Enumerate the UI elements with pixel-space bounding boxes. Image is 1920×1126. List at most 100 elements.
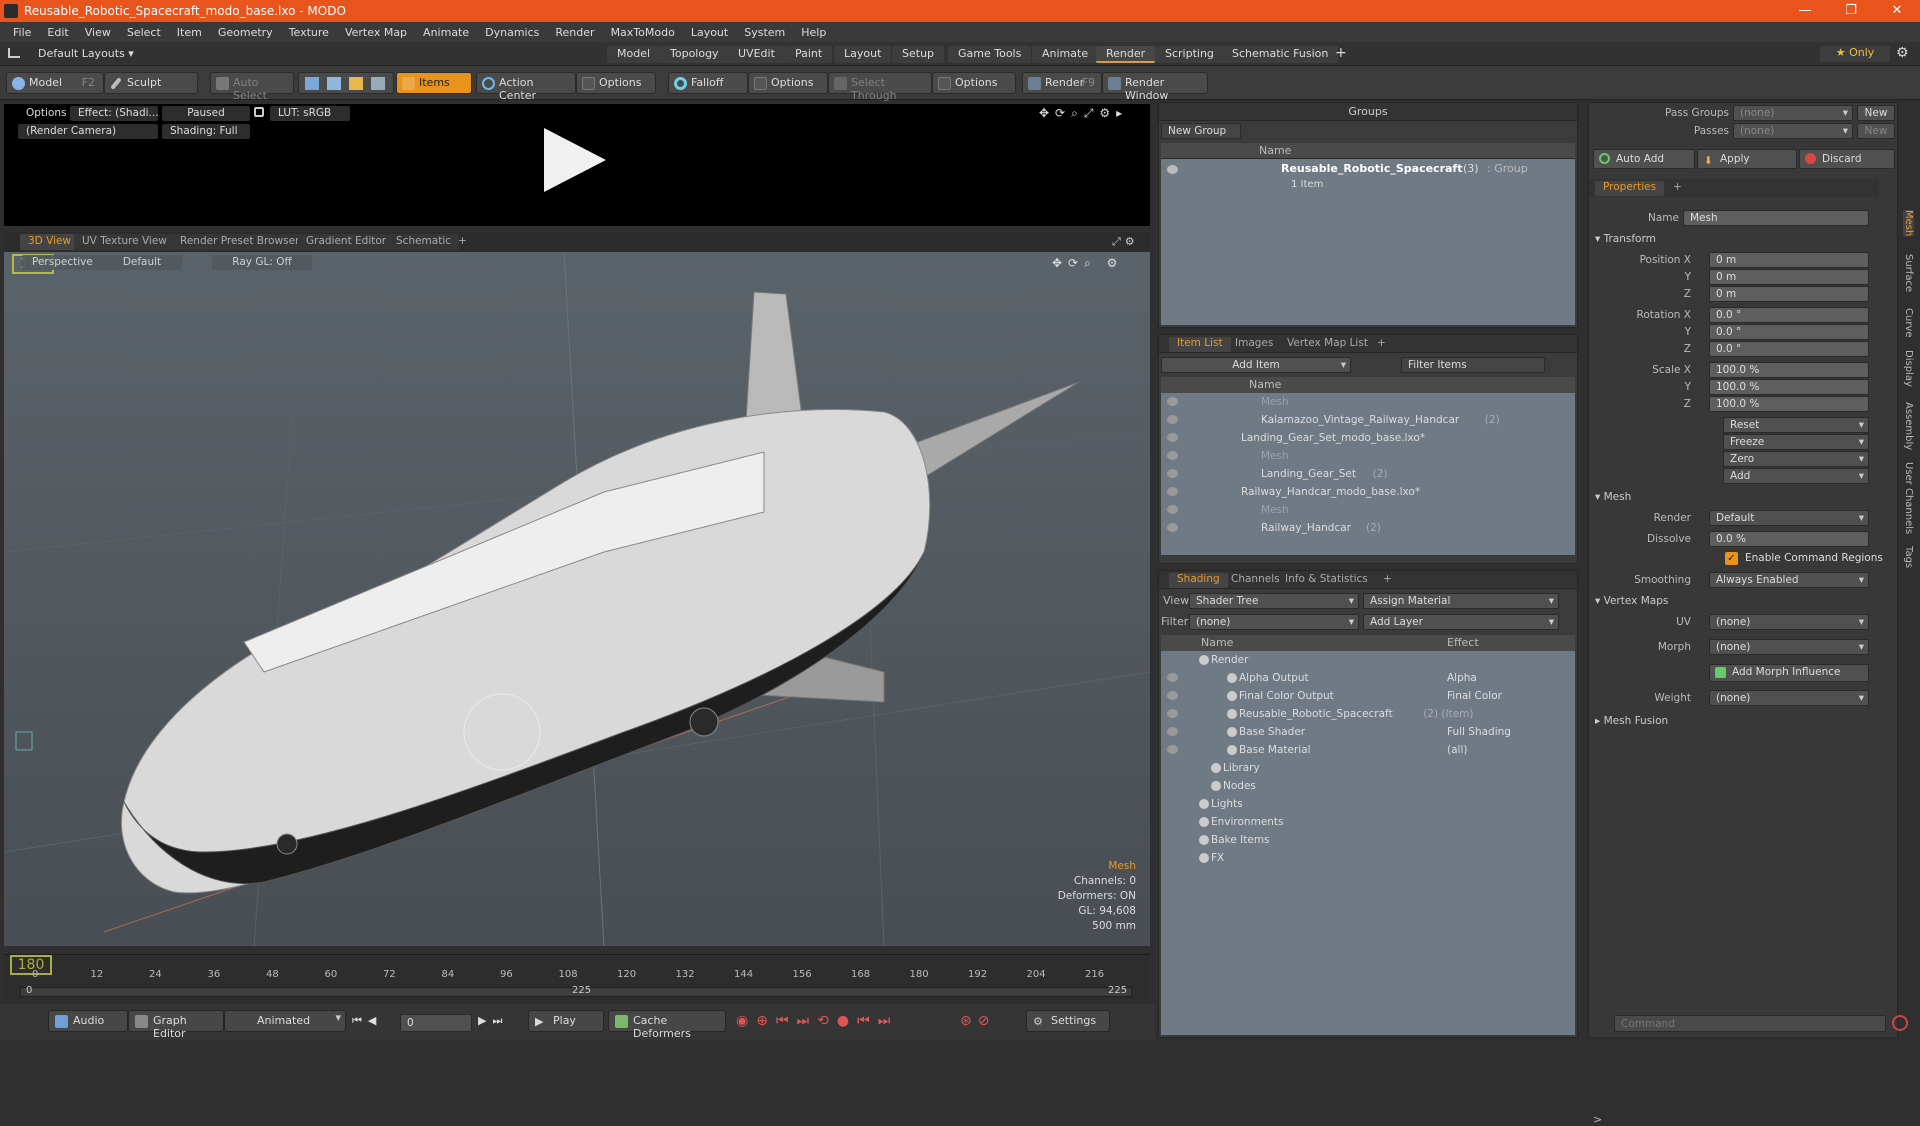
timeline-ruler[interactable]: 0 12 24 36 48 60 72 84 96 108 120 132 144 156 168 180 19… xyxy=(4,969,1150,985)
mesh-section[interactable]: ▾ Mesh xyxy=(1595,491,1631,503)
vertex-maps-section[interactable]: ▾ Vertex Maps xyxy=(1595,595,1668,607)
shader-tree-row[interactable]: Alpha Output Alpha xyxy=(1161,669,1575,687)
side-tab-assembly[interactable]: Assembly xyxy=(1903,402,1914,450)
scale-z-input[interactable]: 100.0 % xyxy=(1709,396,1869,412)
material-mode-icon[interactable] xyxy=(371,77,385,90)
viewport-nav-tools[interactable]: ✥⟳⌕ ⚙ xyxy=(1052,256,1123,271)
tab-uvedit[interactable]: UVEdit xyxy=(728,46,785,63)
sculpt-mode-button[interactable]: Sculpt xyxy=(104,72,198,94)
shader-tree-row[interactable]: Final Color Output Final Color xyxy=(1161,687,1575,705)
tab-render[interactable]: Render xyxy=(1096,46,1156,63)
rotation-z-input[interactable]: 0.0 ° xyxy=(1709,341,1869,357)
add-morph-influence-button[interactable]: Add Morph Influence xyxy=(1709,664,1869,682)
menu-view[interactable]: View xyxy=(85,26,111,39)
menu-edit[interactable]: Edit xyxy=(47,26,68,39)
tab-info-statistics[interactable]: Info & Statistics xyxy=(1277,573,1376,588)
action-center-button[interactable]: Action Center xyxy=(476,72,576,102)
tab-shading[interactable]: Shading xyxy=(1169,573,1228,588)
cache-deformers-button[interactable]: Cache Deformers xyxy=(608,1010,726,1040)
transport-back-buttons[interactable]: ⏮◀ xyxy=(352,1014,382,1028)
rotation-x-input[interactable]: 0.0 ° xyxy=(1709,307,1869,323)
item-list-row[interactable]: Landing_Gear_Set_modo_base.lxo* xyxy=(1161,429,1575,447)
add-shading-tab-button[interactable]: + xyxy=(1375,573,1400,588)
select-through-button[interactable]: Select Through xyxy=(828,72,932,102)
shader-tree-row[interactable]: Render xyxy=(1161,651,1575,669)
tab-animate[interactable]: Animate xyxy=(1032,46,1099,63)
position-z-input[interactable]: 0 m xyxy=(1709,286,1869,302)
render-view-tools[interactable]: ✥⟳⌕⤢⚙▸ xyxy=(1039,106,1128,121)
menu-select[interactable]: Select xyxy=(127,26,161,39)
side-tab-surface[interactable]: Surface xyxy=(1903,254,1914,292)
key-controls[interactable]: ◉⊕⏮⏭⟲●⏮⏭ xyxy=(736,1013,898,1029)
add-panel-tab-button[interactable]: + xyxy=(1369,337,1394,352)
falloff-options-button[interactable]: Options xyxy=(748,72,828,94)
visibility-eye-icon[interactable] xyxy=(1167,397,1178,406)
shader-tree[interactable]: Render Alpha Output Alpha Final Color Outpu… xyxy=(1161,651,1575,1035)
viewport-expand-icon[interactable]: ⤢⚙ xyxy=(1112,235,1139,249)
effect-dropdown[interactable]: Effect: (Shadi... xyxy=(70,106,158,121)
item-list-row[interactable]: Mesh xyxy=(1161,447,1575,465)
3d-viewport[interactable]: 180 Perspective Default Ray GL: Off ✥⟳⌕ … xyxy=(4,252,1150,946)
tab-schematic-fusion[interactable]: Schematic Fusion xyxy=(1222,46,1339,63)
menu-vertex-map[interactable]: Vertex Map xyxy=(345,26,407,39)
menu-maxtomodo[interactable]: MaxToModo xyxy=(611,26,675,39)
visibility-eye-icon[interactable] xyxy=(1167,469,1178,478)
visibility-eye-icon[interactable] xyxy=(1167,505,1178,514)
pass-groups-dropdown[interactable]: (none) xyxy=(1733,105,1853,121)
raygl-dropdown[interactable]: Ray GL: Off xyxy=(212,255,312,270)
tab-gradient-editor[interactable]: Gradient Editor xyxy=(298,234,395,250)
morph-dropdown[interactable]: (none) xyxy=(1709,639,1869,655)
tab-layout[interactable]: Layout xyxy=(834,46,892,63)
only-toggle[interactable]: ★ Only xyxy=(1820,46,1890,62)
side-tab-curve[interactable]: Curve xyxy=(1903,308,1914,338)
render-window-button[interactable]: Render Window xyxy=(1102,72,1208,102)
visibility-eye-icon[interactable] xyxy=(1167,415,1178,424)
shader-effect[interactable]: Full Shading xyxy=(1447,726,1511,738)
render-camera-dropdown[interactable]: (Render Camera) xyxy=(18,124,158,139)
tab-model[interactable]: Model xyxy=(607,46,661,63)
current-frame-input[interactable]: 0 xyxy=(400,1014,472,1032)
shader-tree-row[interactable]: Environments xyxy=(1161,813,1575,831)
item-list-tree[interactable]: Mesh Kalamazoo_Vintage_Railway_Handcar (2)… xyxy=(1161,393,1575,555)
tab-scripting[interactable]: Scripting xyxy=(1155,46,1224,63)
dissolve-input[interactable]: 0.0 % xyxy=(1709,531,1869,547)
lock-icon[interactable] xyxy=(254,107,264,117)
render-dropdown[interactable]: Default xyxy=(1709,510,1869,526)
scale-x-input[interactable]: 100.0 % xyxy=(1709,362,1869,378)
transform-section[interactable]: ▾ Transform xyxy=(1595,233,1656,245)
add-viewport-tab-button[interactable]: + xyxy=(450,234,475,250)
menu-texture[interactable]: Texture xyxy=(289,26,329,39)
tab-paint[interactable]: Paint xyxy=(785,46,833,63)
visibility-eye-icon[interactable] xyxy=(1167,673,1178,682)
tab-properties[interactable]: Properties xyxy=(1595,181,1665,196)
default-style-dropdown[interactable]: Default xyxy=(102,255,182,270)
shader-tree-row[interactable]: Reusable_Robotic_Spacecraft (2) (Item) xyxy=(1161,705,1575,723)
tab-vertex-map-list[interactable]: Vertex Map List xyxy=(1279,337,1376,352)
graph-editor-button[interactable]: Graph Editor xyxy=(128,1010,224,1040)
menu-help[interactable]: Help xyxy=(801,26,826,39)
weight-dropdown[interactable]: (none) xyxy=(1709,690,1869,706)
menu-render[interactable]: Render xyxy=(555,26,594,39)
add-item-dropdown[interactable]: Add Item xyxy=(1161,357,1351,373)
side-tab-user-channels[interactable]: User Channels xyxy=(1903,462,1914,534)
visibility-eye-icon[interactable] xyxy=(1167,487,1178,496)
groups-list-area[interactable] xyxy=(1161,199,1575,325)
timeline[interactable]: 180 0 12 24 36 48 60 72 84 96 108 120 132 144 156 168 1… xyxy=(4,954,1150,1000)
new-pass-button[interactable]: New xyxy=(1857,123,1895,139)
perspective-dropdown[interactable]: Perspective xyxy=(22,255,103,270)
transport-forward-buttons[interactable]: ▶⏭ xyxy=(478,1014,508,1028)
discard-button[interactable]: Discard xyxy=(1799,149,1895,169)
smoothing-dropdown[interactable]: Always Enabled xyxy=(1709,572,1869,588)
shader-tree-row[interactable]: FX xyxy=(1161,849,1575,867)
add-tab-button[interactable]: + xyxy=(1335,45,1347,61)
tab-uv-texture-view[interactable]: UV Texture View xyxy=(74,234,175,250)
apply-button[interactable]: ⬇ Apply xyxy=(1697,149,1797,169)
maximize-button[interactable]: ❐ xyxy=(1828,0,1874,22)
item-list-row[interactable]: Mesh xyxy=(1161,393,1575,411)
key-filter-icons[interactable]: ⊛⊘ xyxy=(960,1013,995,1029)
settings-button[interactable]: ⚙ Settings xyxy=(1026,1010,1110,1032)
item-list-row[interactable]: Mesh xyxy=(1161,501,1575,519)
menu-system[interactable]: System xyxy=(744,26,785,39)
filter-dropdown[interactable]: (none) xyxy=(1189,614,1359,630)
assign-material-dropdown[interactable]: Assign Material xyxy=(1363,593,1559,609)
